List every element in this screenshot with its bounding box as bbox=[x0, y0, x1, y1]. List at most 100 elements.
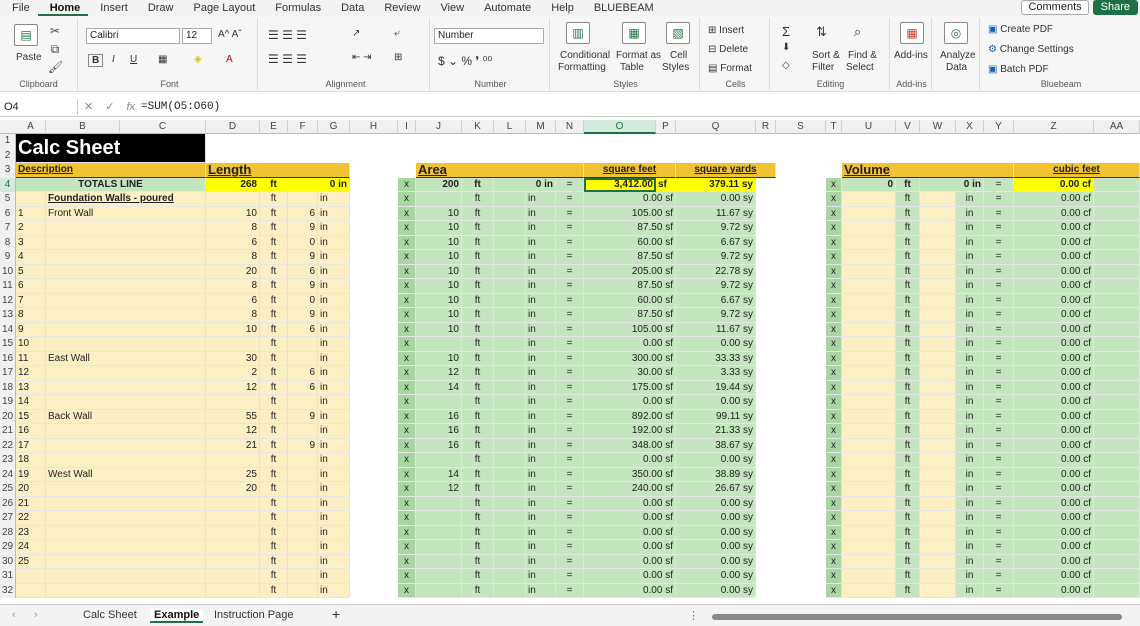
sqft-value[interactable]: 0.00 sf bbox=[584, 554, 676, 569]
row-header[interactable]: 3 bbox=[0, 163, 16, 178]
totals-volume-ft[interactable]: 0 bbox=[842, 177, 896, 192]
cell[interactable] bbox=[1094, 569, 1140, 584]
ft-unit[interactable]: ft bbox=[260, 409, 288, 424]
equals-sign[interactable]: = bbox=[984, 264, 1014, 279]
width-ft-value[interactable] bbox=[416, 453, 462, 468]
length-header[interactable]: Length bbox=[206, 163, 350, 178]
ft-unit[interactable]: ft bbox=[462, 264, 494, 279]
width-ft-value[interactable]: 16 bbox=[416, 438, 462, 453]
ft-unit[interactable]: ft bbox=[260, 279, 288, 294]
autosum-icon[interactable]: Σ bbox=[782, 24, 790, 39]
in-unit[interactable]: in bbox=[526, 206, 556, 221]
width-ft-value[interactable]: 16 bbox=[416, 424, 462, 439]
cell[interactable] bbox=[494, 380, 526, 395]
cell[interactable] bbox=[1094, 380, 1140, 395]
tab-example[interactable]: Example bbox=[150, 609, 204, 623]
cell[interactable] bbox=[1094, 250, 1140, 265]
sqyd-value[interactable]: 0.00 sy bbox=[676, 554, 756, 569]
length-ft-value[interactable] bbox=[206, 337, 260, 352]
in-unit[interactable]: in bbox=[318, 264, 350, 279]
cell[interactable] bbox=[920, 264, 956, 279]
length-ft-value[interactable] bbox=[206, 192, 260, 207]
column-header-c[interactable]: C bbox=[120, 120, 206, 134]
length-ft-value[interactable] bbox=[206, 395, 260, 410]
multiply-sign[interactable]: x bbox=[826, 395, 842, 410]
in-unit[interactable]: in bbox=[526, 438, 556, 453]
column-header-n[interactable]: N bbox=[556, 120, 584, 134]
ft-unit[interactable]: ft bbox=[462, 511, 494, 526]
cell[interactable] bbox=[1094, 337, 1140, 352]
ft-unit[interactable]: ft bbox=[260, 308, 288, 323]
length-ft-value[interactable]: 10 bbox=[206, 322, 260, 337]
cell[interactable] bbox=[920, 467, 956, 482]
ft-unit[interactable]: ft bbox=[462, 308, 494, 323]
sqyd-value[interactable]: 3.33 sy bbox=[676, 366, 756, 381]
column-header-i[interactable]: I bbox=[398, 120, 416, 134]
cell[interactable] bbox=[494, 293, 526, 308]
equals-sign[interactable]: = bbox=[984, 177, 1014, 192]
row-header[interactable]: 28 bbox=[0, 525, 16, 540]
item-number[interactable]: 11 bbox=[16, 351, 46, 366]
multiply-sign[interactable]: x bbox=[398, 293, 416, 308]
length-in-value[interactable] bbox=[288, 424, 318, 439]
in-unit[interactable]: in bbox=[526, 424, 556, 439]
ft-unit[interactable]: ft bbox=[260, 322, 288, 337]
multiply-sign[interactable]: x bbox=[398, 525, 416, 540]
grow-font-icon[interactable]: A^ Aˇ bbox=[218, 29, 242, 40]
in-unit[interactable]: in bbox=[526, 583, 556, 598]
length-in-value[interactable] bbox=[288, 525, 318, 540]
column-header-s[interactable]: S bbox=[776, 120, 826, 134]
fill-icon[interactable]: ⬇ bbox=[782, 42, 790, 53]
row-header[interactable]: 15 bbox=[0, 337, 16, 352]
in-unit[interactable]: in bbox=[526, 540, 556, 555]
multiply-sign[interactable]: x bbox=[826, 351, 842, 366]
in-unit[interactable]: in bbox=[526, 409, 556, 424]
length-in-value[interactable] bbox=[288, 511, 318, 526]
in-unit[interactable]: in bbox=[318, 293, 350, 308]
wrap-text-icon[interactable]: ⤶ bbox=[394, 28, 400, 39]
length-ft-value[interactable]: 12 bbox=[206, 380, 260, 395]
column-header-e[interactable]: E bbox=[260, 120, 288, 134]
cuft-value[interactable]: 0.00 cf bbox=[1014, 250, 1094, 265]
width-ft-value[interactable]: 10 bbox=[416, 293, 462, 308]
cell[interactable] bbox=[1094, 308, 1140, 323]
cell[interactable] bbox=[842, 192, 896, 207]
width-ft-value[interactable]: 14 bbox=[416, 467, 462, 482]
equals-sign[interactable]: = bbox=[984, 467, 1014, 482]
equals-sign[interactable]: = bbox=[984, 250, 1014, 265]
in-unit[interactable]: in bbox=[956, 554, 984, 569]
multiply-sign[interactable]: x bbox=[398, 583, 416, 598]
in-unit[interactable]: in bbox=[956, 337, 984, 352]
in-unit[interactable]: in bbox=[956, 453, 984, 468]
cell[interactable] bbox=[494, 206, 526, 221]
cell[interactable] bbox=[920, 511, 956, 526]
ft-unit[interactable]: ft bbox=[462, 235, 494, 250]
ft-unit[interactable]: ft bbox=[896, 424, 920, 439]
row-header[interactable]: 30 bbox=[0, 554, 16, 569]
length-in-value[interactable] bbox=[288, 337, 318, 352]
item-description[interactable] bbox=[46, 554, 206, 569]
sqyd-value[interactable]: 11.67 sy bbox=[676, 206, 756, 221]
item-number[interactable]: 24 bbox=[16, 540, 46, 555]
ft-unit[interactable]: ft bbox=[896, 467, 920, 482]
cell[interactable] bbox=[494, 511, 526, 526]
cell[interactable] bbox=[920, 337, 956, 352]
multiply-sign[interactable]: x bbox=[826, 322, 842, 337]
in-unit[interactable]: in bbox=[318, 482, 350, 497]
in-unit[interactable]: in bbox=[526, 395, 556, 410]
width-ft-value[interactable]: 10 bbox=[416, 322, 462, 337]
multiply-sign[interactable]: x bbox=[398, 540, 416, 555]
font-name-dropdown[interactable]: Calibri bbox=[86, 28, 180, 44]
column-header-p[interactable]: P bbox=[656, 120, 676, 134]
cond-format-label-1[interactable]: Conditional bbox=[560, 50, 610, 61]
cell[interactable] bbox=[920, 206, 956, 221]
ft-unit[interactable]: ft bbox=[462, 221, 494, 236]
ft-unit[interactable]: ft bbox=[260, 583, 288, 598]
in-unit[interactable]: in bbox=[956, 467, 984, 482]
merge-icon[interactable]: ⊞ bbox=[394, 52, 402, 63]
equals-sign[interactable]: = bbox=[984, 583, 1014, 598]
cuft-value[interactable]: 0.00 cf bbox=[1014, 395, 1094, 410]
tab-instruction-page[interactable]: Instruction Page bbox=[214, 609, 294, 621]
cuft-value[interactable]: 0.00 cf bbox=[1014, 337, 1094, 352]
cell[interactable] bbox=[1094, 554, 1140, 569]
